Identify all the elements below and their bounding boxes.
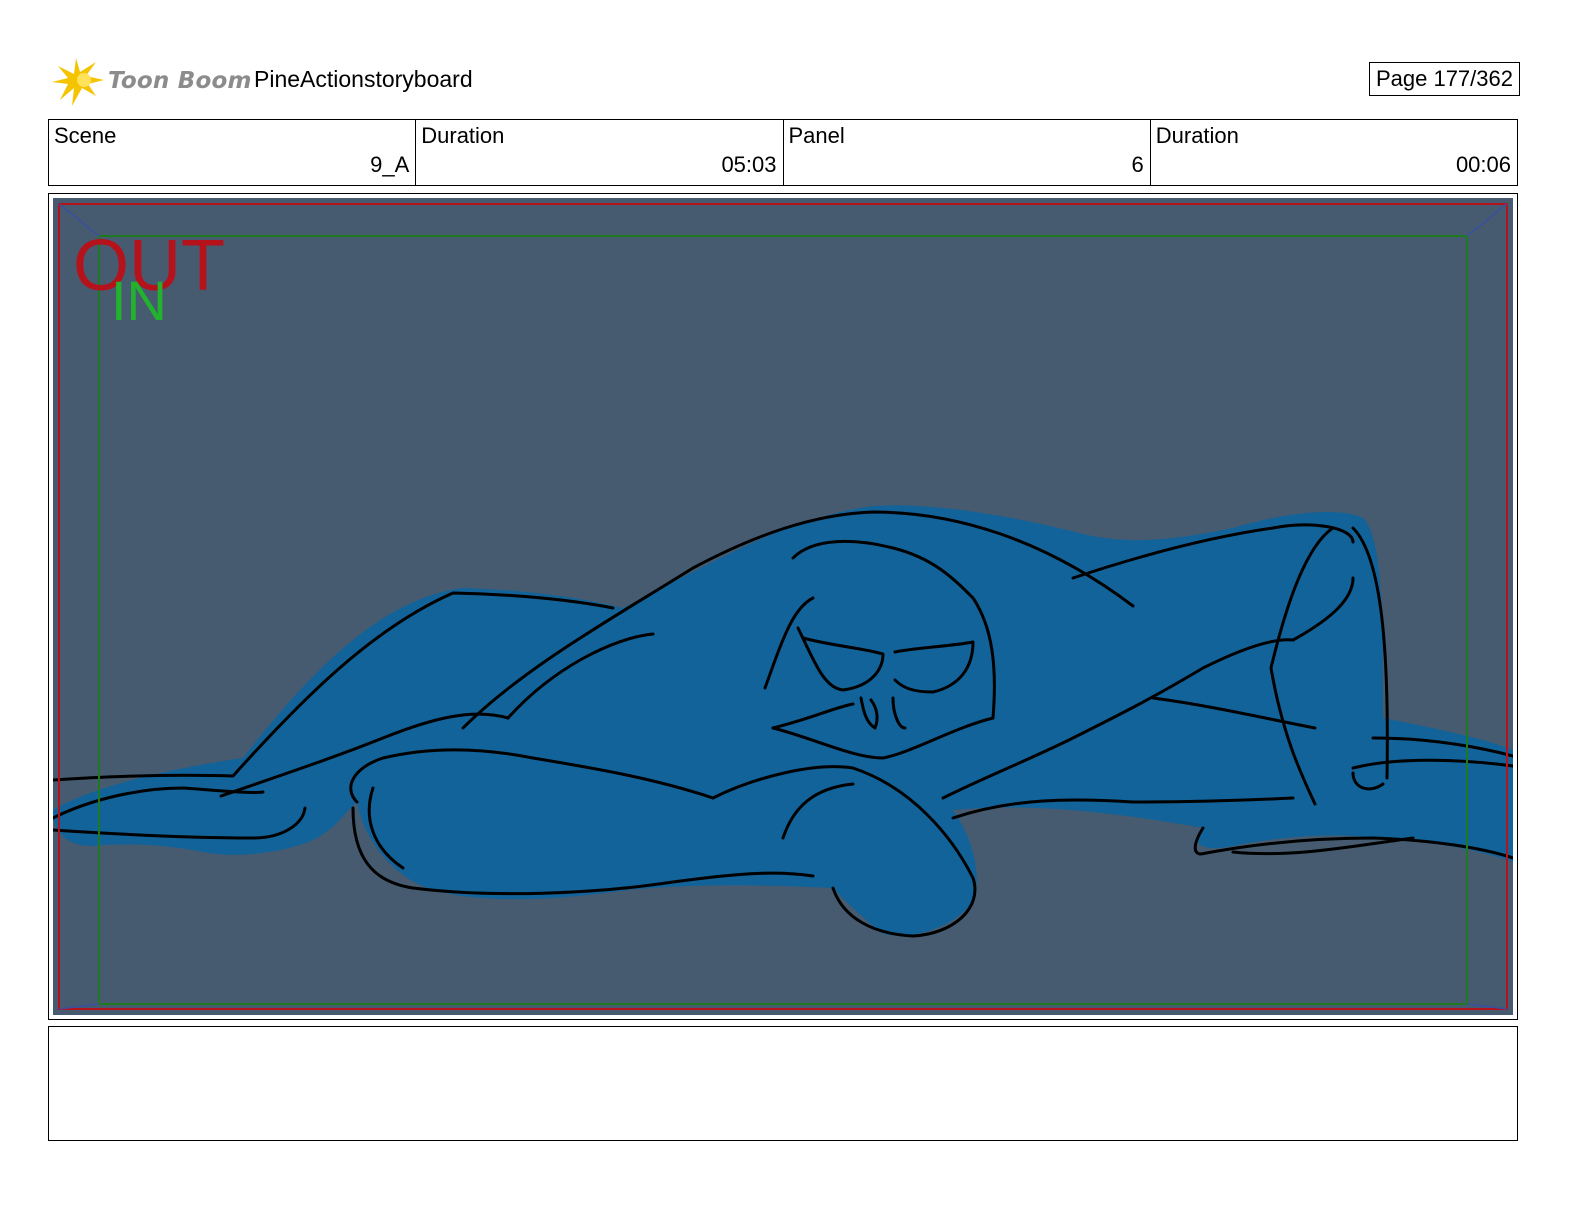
scene-label: Scene xyxy=(54,123,117,148)
panel-cell: Panel 6 xyxy=(784,120,1151,185)
page-header: Toon Boom PineActionstoryboard Page 177/… xyxy=(48,52,1520,108)
page-indicator: Page 177/362 xyxy=(1368,62,1520,96)
scene-duration-value: 05:03 xyxy=(721,152,777,177)
panel-value: 6 xyxy=(1131,152,1144,177)
storyboard-panel: OUT IN xyxy=(48,193,1518,1020)
panel-notes-box xyxy=(48,1026,1518,1141)
logo-text: Toon Boom xyxy=(108,68,252,94)
panel-drawing: OUT IN xyxy=(53,198,1513,1015)
panel-duration-label: Duration xyxy=(1155,123,1239,148)
panel-duration-cell: Duration 00:06 xyxy=(1151,120,1517,185)
toon-boom-logo: Toon Boom xyxy=(52,56,251,108)
panel-label: Panel xyxy=(788,123,845,148)
in-label: IN xyxy=(111,269,167,332)
scene-cell: Scene 9_A xyxy=(49,120,417,185)
scene-duration-label: Duration xyxy=(421,123,505,148)
star-burst-icon xyxy=(52,58,104,106)
project-title: PineActionstoryboard xyxy=(254,66,473,92)
scene-info-table: Scene 9_A Duration 05:03 Panel 6 Duratio… xyxy=(48,119,1518,186)
panel-duration-value: 00:06 xyxy=(1455,152,1511,177)
scene-value: 9_A xyxy=(370,152,410,177)
scene-duration-cell: Duration 05:03 xyxy=(416,120,784,185)
